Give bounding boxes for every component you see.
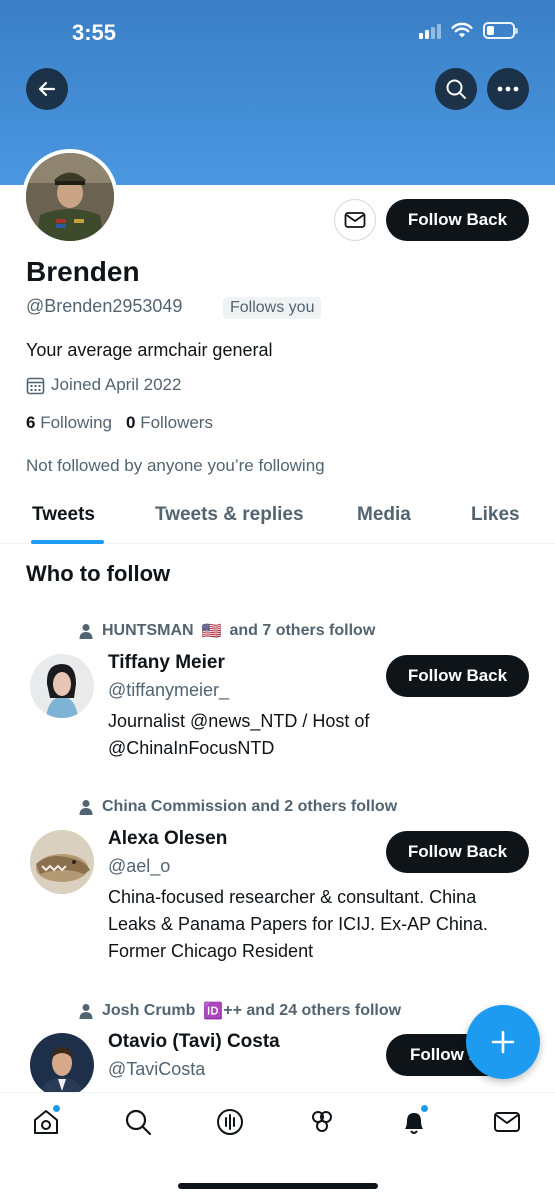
profile-tabs: Tweets Tweets & replies Media Likes (0, 490, 555, 544)
active-tab-indicator (31, 540, 104, 544)
more-horizontal-icon (497, 86, 519, 92)
followers-label: Followers (140, 413, 213, 432)
following-count: 6 (26, 413, 36, 432)
tab-tweets[interactable]: Tweets (32, 504, 95, 526)
follow-back-button[interactable]: Follow Back (386, 831, 529, 873)
account-handle: @tiffanymeier_ (108, 680, 229, 700)
person-icon (79, 624, 93, 639)
compose-tweet-button[interactable] (466, 1005, 540, 1079)
plus-icon (491, 1030, 515, 1054)
account-name[interactable]: Tiffany Meier (108, 652, 225, 674)
account-bio: China-focused researcher & consultant. C… (108, 887, 488, 961)
search-icon (446, 79, 466, 99)
who-to-follow-title: Who to follow (26, 561, 171, 586)
social-context: China Commission and 2 others follow (78, 798, 397, 816)
follow-back-button[interactable]: Follow Back (386, 199, 529, 241)
social-context-text: Josh Crumb (102, 1002, 196, 1019)
followers-count: 0 (126, 413, 136, 432)
avatar-image (26, 153, 114, 241)
follows-you-badge: Follows you (223, 297, 322, 319)
tab-likes[interactable]: Likes (471, 504, 520, 526)
followers-link[interactable]: 0 Followers (126, 413, 213, 433)
battery-icon (483, 22, 518, 39)
joined-text: Joined April 2022 (51, 375, 182, 394)
home-indicator (178, 1183, 378, 1189)
home-notification-dot (53, 1105, 60, 1112)
status-time: 3:55 (72, 20, 117, 45)
avatar[interactable] (30, 654, 94, 718)
follow-back-button[interactable]: Follow Back (386, 655, 529, 697)
social-context-suffix: ++ and 24 others follow (223, 1002, 402, 1019)
more-button[interactable] (487, 68, 529, 110)
search-button[interactable] (435, 68, 477, 110)
social-context-suffix: and 7 others follow (229, 622, 376, 639)
following-link[interactable]: 6 Following (26, 413, 112, 433)
follow-counts: 6 Following 0 Followers (26, 413, 213, 433)
social-context: HUNTSMAN 🇺🇸 and 7 others follow (78, 621, 375, 641)
communities-icon[interactable] (307, 1107, 337, 1137)
avatar-image (30, 830, 94, 894)
envelope-icon (344, 212, 366, 228)
tab-tweets-replies[interactable]: Tweets & replies (155, 504, 304, 526)
tab-media[interactable]: Media (357, 504, 411, 526)
not-followed-notice: Not followed by anyone you’re following (26, 456, 325, 475)
account-handle: @ael_o (108, 856, 171, 876)
arrow-left-icon (38, 81, 56, 97)
profile-avatar[interactable] (22, 149, 118, 245)
person-icon (79, 800, 93, 815)
profile-handle: @Brenden2953049 (26, 296, 183, 316)
calendar-icon (26, 377, 45, 394)
avatar-image (30, 654, 94, 718)
social-context: Josh Crumb 🆔 ++ and 24 others follow (78, 1001, 401, 1021)
avatar[interactable] (30, 830, 94, 894)
avatar-image (30, 1033, 94, 1097)
account-name[interactable]: Alexa Olesen (108, 828, 227, 850)
back-button[interactable] (26, 68, 68, 110)
person-icon (79, 1004, 93, 1019)
cellular-signal-icon (419, 23, 441, 39)
wifi-icon (451, 22, 473, 38)
social-context-text: China Commission and 2 others follow (102, 798, 398, 815)
messages-icon[interactable] (492, 1107, 522, 1137)
following-label: Following (40, 413, 113, 432)
social-context-text: HUNTSMAN (102, 622, 194, 639)
status-icons (419, 22, 518, 39)
search-icon[interactable] (123, 1107, 153, 1137)
id-emoji: 🆔 (203, 1003, 224, 1020)
message-button[interactable] (334, 199, 376, 241)
flag-emoji: 🇺🇸 (201, 623, 222, 640)
profile-name: Brenden (26, 256, 140, 287)
profile-bio: Your average armchair general (26, 340, 273, 360)
joined-date: Joined April 2022 (26, 375, 181, 395)
account-handle: @TaviCosta (108, 1059, 206, 1079)
spaces-icon[interactable] (215, 1107, 245, 1137)
avatar[interactable] (30, 1033, 94, 1097)
notifications-dot (421, 1105, 428, 1112)
account-bio: Journalist @news_NTD / Host of @ChinaInF… (108, 711, 370, 758)
account-name[interactable]: Otavio (Tavi) Costa (108, 1031, 280, 1053)
